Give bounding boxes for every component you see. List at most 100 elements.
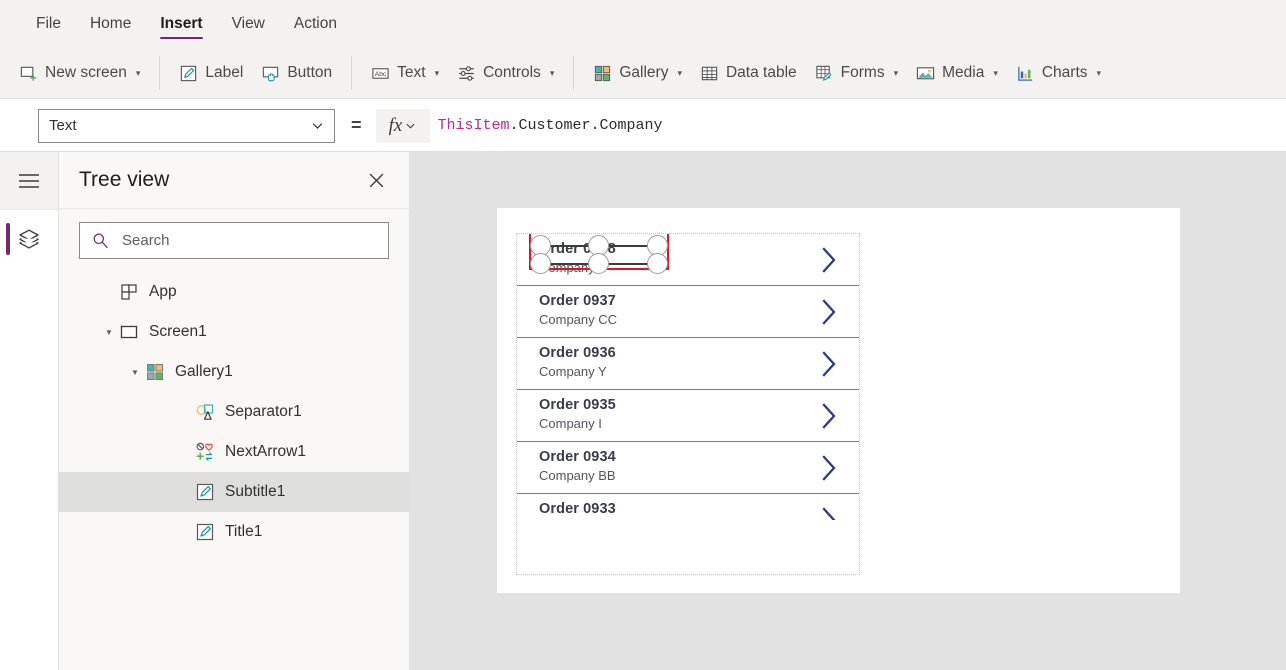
ribbon-text-button[interactable]: Abc Text ▾ xyxy=(362,60,448,87)
icons-icon xyxy=(196,442,213,461)
rail-menu-button[interactable] xyxy=(0,152,58,210)
gallery-row-subtitle: Company Y xyxy=(539,364,607,379)
gallery-row-title: Order 0936 xyxy=(539,345,616,361)
ribbon-gallery-label: Gallery xyxy=(619,64,669,81)
tree-item-label: Separator1 xyxy=(225,403,302,420)
tree-item-gallery1[interactable]: ▼ Gallery1 xyxy=(59,352,409,392)
ribbon-new-screen-button[interactable]: New screen ▾ xyxy=(10,60,149,87)
menu-item-file[interactable]: File xyxy=(36,0,61,48)
chevron-right-icon[interactable] xyxy=(821,506,838,520)
ribbon-media-label: Media xyxy=(942,64,985,81)
ribbon-forms-label: Forms xyxy=(840,64,885,81)
menu-item-home[interactable]: Home xyxy=(90,0,131,48)
close-icon xyxy=(369,173,383,187)
resize-handle-bottom-right[interactable] xyxy=(647,253,668,274)
tree-item-app[interactable]: App xyxy=(59,272,409,312)
chevron-right-icon[interactable] xyxy=(821,246,838,274)
app-icon xyxy=(121,284,137,300)
twisty-expanded-icon[interactable]: ▼ xyxy=(129,368,141,377)
rail-tree-view-button[interactable] xyxy=(0,210,58,268)
new-screen-icon xyxy=(20,66,37,81)
ribbon-controls-label: Controls xyxy=(483,64,541,81)
canvas-area: Order 0938 Company F Order 0937 Company … xyxy=(410,152,1286,670)
formula-token-thisitem: ThisItem xyxy=(437,117,510,134)
gallery-row-title: Order 0933 xyxy=(539,501,616,517)
equals-sign: = xyxy=(351,115,362,135)
ribbon-group-data: Gallery ▾ Data table Forms ▾ Media ▾ Cha… xyxy=(574,56,1120,90)
ribbon-forms-button[interactable]: Forms ▾ xyxy=(806,60,907,87)
ribbon-label-button[interactable]: Label xyxy=(170,60,252,87)
ribbon-button-button[interactable]: Button xyxy=(252,60,341,87)
tree-item-title1[interactable]: Title1 xyxy=(59,512,409,552)
tree-item-label: Screen1 xyxy=(149,323,207,340)
ribbon-charts-button[interactable]: Charts ▾ xyxy=(1007,60,1110,87)
ribbon-controls-button[interactable]: Controls ▾ xyxy=(448,60,563,87)
screen-icon xyxy=(120,325,138,339)
chevron-right-icon[interactable] xyxy=(821,402,838,430)
formula-bar: Text = fx ThisItem .Customer.Company xyxy=(0,100,1286,152)
gallery-row-subtitle: Company I xyxy=(539,416,602,431)
ribbon-data-table-button[interactable]: Data table xyxy=(691,60,806,87)
gallery-row[interactable]: Order 0933 xyxy=(517,494,859,520)
tree-item-label: App xyxy=(149,283,177,300)
fx-button[interactable]: fx xyxy=(375,108,430,143)
forms-icon xyxy=(815,65,831,81)
resize-handle-bottom-center[interactable] xyxy=(588,253,609,274)
chevron-down-icon: ▾ xyxy=(549,67,555,78)
tree-search-box[interactable] xyxy=(79,221,389,259)
ribbon-data-table-label: Data table xyxy=(725,64,797,81)
gallery1-control[interactable]: Order 0938 Company F Order 0937 Company … xyxy=(516,233,860,575)
formula-rest: .Customer.Company xyxy=(509,117,663,134)
ribbon-group-basic: Label Button xyxy=(160,56,351,90)
ribbon-group-input: Abc Text ▾ Controls ▾ xyxy=(352,56,573,90)
ribbon-media-button[interactable]: Media ▾ xyxy=(907,60,1007,87)
tree-view-title: Tree view xyxy=(79,168,170,191)
power-apps-studio: File Home Insert View Action New screen … xyxy=(0,0,1286,670)
menu-item-action[interactable]: Action xyxy=(294,0,337,48)
tree-item-screen1[interactable]: ▼ Screen1 xyxy=(59,312,409,352)
ribbon-gallery-button[interactable]: Gallery ▾ xyxy=(584,60,691,87)
twisty-expanded-icon[interactable]: ▼ xyxy=(103,328,115,337)
tree-view-panel: Tree view Search App ▼ Screen1 ▼ Gallery… xyxy=(59,152,410,670)
chevron-right-icon[interactable] xyxy=(821,454,838,482)
gallery-row[interactable]: Order 0935 Company I xyxy=(517,390,859,442)
chevron-right-icon[interactable] xyxy=(821,298,838,326)
tree-search-input[interactable] xyxy=(120,230,376,250)
chevron-down-icon xyxy=(312,123,323,129)
close-tree-view-button[interactable] xyxy=(363,167,389,193)
label-icon xyxy=(196,523,214,541)
formula-input[interactable]: ThisItem .Customer.Company xyxy=(429,108,1286,143)
chevron-down-icon: ▾ xyxy=(135,67,141,78)
app-screen-canvas: Order 0938 Company F Order 0937 Company … xyxy=(497,208,1180,593)
button-icon xyxy=(263,66,279,81)
tree-item-label: NextArrow1 xyxy=(225,443,306,460)
menu-item-view[interactable]: View xyxy=(232,0,265,48)
menu-item-insert[interactable]: Insert xyxy=(160,0,203,48)
chevron-down-icon: ▾ xyxy=(1096,67,1102,78)
layers-icon xyxy=(19,229,39,249)
property-select-value: Text xyxy=(49,117,77,134)
ribbon-label-label: Label xyxy=(205,64,244,81)
chevron-down-icon: ▾ xyxy=(434,67,440,78)
tree-item-label: Title1 xyxy=(225,523,263,540)
gallery-row-title: Order 0934 xyxy=(539,449,616,465)
resize-handle-bottom-left[interactable] xyxy=(530,253,551,274)
chevron-down-icon xyxy=(406,123,415,129)
text-abc-icon: Abc xyxy=(372,67,389,79)
gallery-row[interactable]: Order 0937 Company CC xyxy=(517,286,859,338)
gallery-row-subtitle: Company BB xyxy=(539,468,616,483)
ribbon-text-label: Text xyxy=(397,64,426,81)
gallery-row[interactable]: Order 0938 Company F xyxy=(517,234,859,286)
tree-item-nextarrow1[interactable]: NextArrow1 xyxy=(59,432,409,472)
tree-item-separator1[interactable]: Separator1 xyxy=(59,392,409,432)
tree-item-label: Gallery1 xyxy=(175,363,233,380)
tree-view-header: Tree view xyxy=(59,152,409,209)
gallery-row[interactable]: Order 0934 Company BB xyxy=(517,442,859,494)
property-select[interactable]: Text xyxy=(38,108,335,143)
media-image-icon xyxy=(916,66,935,79)
ribbon-charts-label: Charts xyxy=(1041,64,1088,81)
charts-icon xyxy=(1018,66,1033,81)
gallery-row[interactable]: Order 0936 Company Y xyxy=(517,338,859,390)
chevron-right-icon[interactable] xyxy=(821,350,838,378)
tree-item-subtitle1[interactable]: Subtitle1 xyxy=(59,472,409,512)
